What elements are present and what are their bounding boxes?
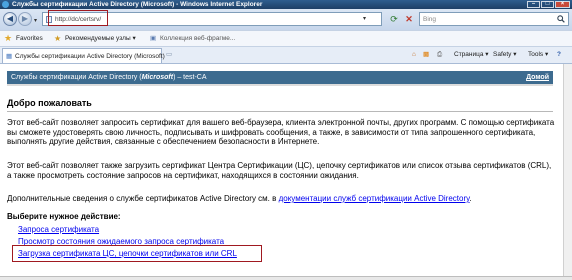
action-highlight-box bbox=[12, 245, 262, 262]
back-button[interactable]: ◀ bbox=[3, 12, 17, 26]
refresh-icon[interactable]: ⟳ bbox=[388, 14, 400, 25]
tools-menu[interactable]: Tools ▾ bbox=[528, 47, 548, 62]
forward-button[interactable]: ▶ bbox=[18, 12, 32, 26]
vertical-scrollbar[interactable] bbox=[563, 64, 572, 276]
documentation-link[interactable]: документации служб сертификации Active D… bbox=[279, 194, 470, 203]
page-header-title: Службы сертификации Active Directory (Mi… bbox=[11, 74, 207, 81]
web-slice-gallery-link[interactable]: Коллекция веб-фрагме... bbox=[160, 31, 235, 46]
print-icon[interactable]: ⎙ bbox=[437, 47, 442, 62]
address-dropdown-icon[interactable]: ▾ bbox=[363, 14, 366, 25]
close-icon[interactable]: × bbox=[555, 1, 570, 8]
favorites-star-icon[interactable]: ★ bbox=[4, 31, 12, 46]
home-link[interactable]: Домой bbox=[526, 71, 549, 84]
minimize-icon[interactable]: – bbox=[527, 1, 540, 8]
history-dropdown-icon[interactable]: ▾ bbox=[34, 17, 37, 24]
add-favorite-icon[interactable]: ★ bbox=[54, 31, 61, 46]
new-tab-button[interactable]: ▭ bbox=[166, 47, 172, 62]
tab-command-bar: ▦ Службы сертификации Active Directory (… bbox=[0, 47, 572, 64]
window-title: Службы сертификации Active Directory (Mi… bbox=[12, 1, 263, 8]
search-placeholder: Bing bbox=[423, 16, 437, 23]
tab-current[interactable]: ▦ Службы сертификации Active Directory (… bbox=[2, 48, 165, 63]
url-highlight-box bbox=[48, 10, 108, 26]
docs-text: Дополнительные сведения о службе сертифи… bbox=[7, 194, 279, 203]
tab-label: Службы сертификации Active Directory (Mi… bbox=[15, 53, 165, 60]
request-certificate-link[interactable]: Запроса сертификата bbox=[18, 225, 99, 234]
docs-paragraph: Дополнительные сведения о службе сертифи… bbox=[7, 194, 472, 203]
web-slice-icon[interactable]: ▣ bbox=[150, 31, 156, 46]
welcome-heading: Добро пожаловать bbox=[7, 98, 92, 108]
page-header-bar: Службы сертификации Active Directory (Mi… bbox=[7, 71, 553, 84]
suggested-sites-link[interactable]: Рекомендуемые узлы ▾ bbox=[65, 31, 136, 46]
tab-page-icon: ▦ bbox=[6, 53, 13, 60]
feeds-icon[interactable]: ▩ bbox=[423, 47, 429, 62]
heading-rule bbox=[7, 111, 553, 112]
header-brand: Microsoft bbox=[141, 74, 174, 81]
actions-heading: Выберите нужное действие: bbox=[7, 212, 121, 221]
page-menu[interactable]: Страница ▾ bbox=[454, 47, 489, 62]
favorites-button[interactable]: Favorites bbox=[16, 31, 43, 46]
maximize-icon[interactable]: □ bbox=[541, 1, 554, 8]
search-box[interactable]: Bing bbox=[419, 12, 569, 26]
stop-icon[interactable]: ✕ bbox=[403, 14, 415, 25]
ie-icon bbox=[2, 1, 9, 8]
window-bottom-edge bbox=[0, 276, 572, 280]
favorites-bar: ★ Favorites ★ Рекомендуемые узлы ▾ ▣ Кол… bbox=[0, 30, 572, 47]
home-icon[interactable]: ⌂ bbox=[412, 47, 416, 62]
header-divider bbox=[7, 84, 553, 86]
window-title-bar: Службы сертификации Active Directory (Mi… bbox=[0, 0, 572, 9]
download-paragraph: Этот веб-сайт позволяет также загрузить … bbox=[7, 161, 552, 180]
search-icon[interactable] bbox=[557, 15, 565, 23]
intro-paragraph: Этот веб-сайт позволяет запросить сертиф… bbox=[7, 118, 555, 146]
help-icon[interactable]: ? bbox=[557, 47, 561, 62]
safety-menu[interactable]: Safety ▾ bbox=[493, 47, 517, 62]
